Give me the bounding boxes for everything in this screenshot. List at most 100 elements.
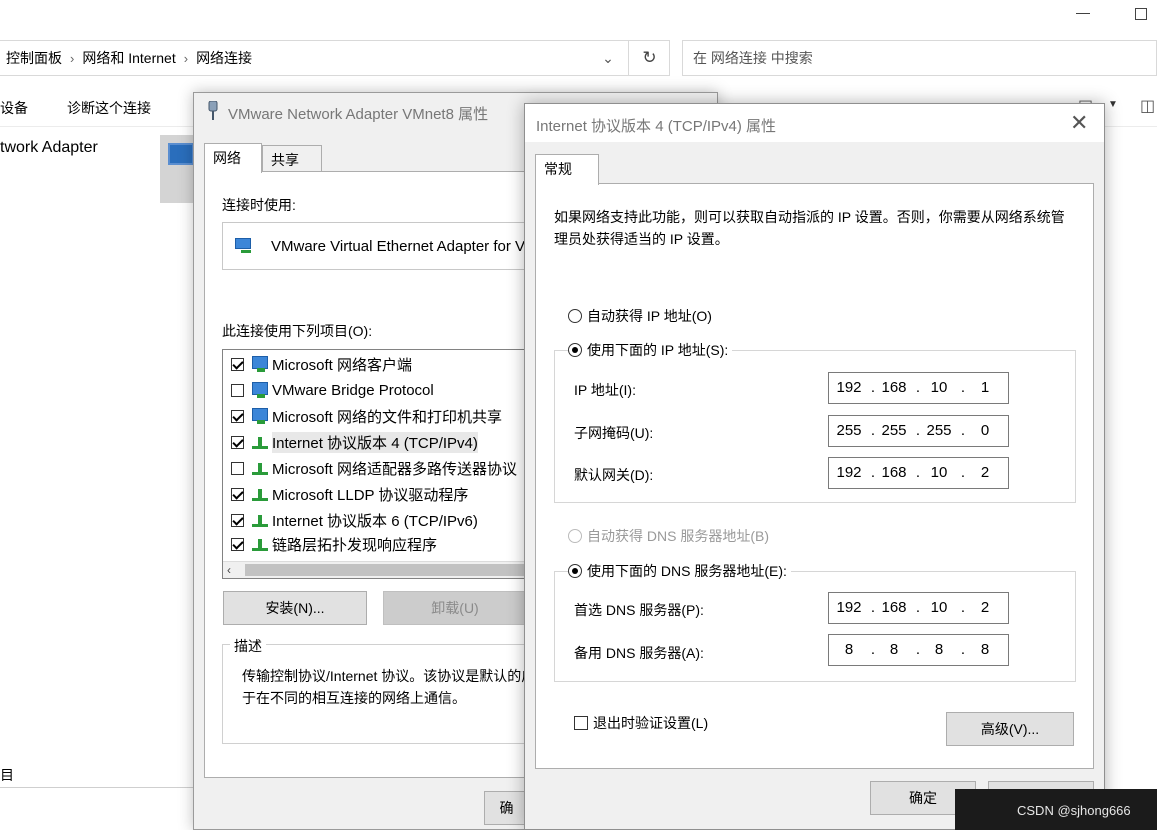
checkbox[interactable] xyxy=(231,409,244,423)
address-bar[interactable]: 控制面板 › 网络和 Internet › 网络连接 xyxy=(0,40,670,76)
network-client-icon xyxy=(250,381,270,399)
dialog-title: Internet 协议版本 4 (TCP/IPv4) 属性 xyxy=(536,118,777,135)
subnet-mask-label: 子网掩码(U): xyxy=(574,425,654,441)
checkbox[interactable] xyxy=(231,537,244,551)
caret-down-icon[interactable]: ▼ xyxy=(1108,99,1118,110)
chevron-down-icon[interactable]: ⌄ xyxy=(590,40,626,76)
network-client-icon xyxy=(250,355,270,373)
octet-separator: . xyxy=(960,641,966,658)
ipv4-properties-dialog: Internet 协议版本 4 (TCP/IPv4) 属性 ✕ 常规 如果网络支… xyxy=(524,103,1105,830)
advanced-button[interactable]: 高级(V)... xyxy=(946,712,1074,746)
list-item[interactable]: Microsoft 网络客户端 xyxy=(231,352,412,376)
intro-text: 如果网络支持此功能，则可以获取自动指派的 IP 设置。否则，你需要从网络系统管理… xyxy=(554,209,1065,247)
refresh-icon[interactable]: ↻ xyxy=(628,40,670,76)
protocol-icon xyxy=(250,511,270,529)
checkbox[interactable] xyxy=(231,383,244,397)
adapter-name: VMware Virtual Ethernet Adapter for VMne… xyxy=(271,237,567,255)
network-client-icon xyxy=(250,407,270,425)
watermark-text: CSDN @sjhong666 xyxy=(1017,803,1131,818)
devices-command[interactable]: 设备 xyxy=(0,98,28,118)
chevron-right-icon: › xyxy=(183,50,189,66)
item-label: Internet 协议版本 6 (TCP/IPv6) xyxy=(272,512,478,530)
preferred-dns-label: 首选 DNS 服务器(P): xyxy=(574,602,704,618)
list-item[interactable]: Microsoft 网络的文件和打印机共享 xyxy=(231,404,502,428)
preferred-dns-field[interactable]: 192 . 168 . 10 . 2 xyxy=(828,592,1009,624)
radio-button[interactable] xyxy=(568,529,582,543)
auto-dns-radio[interactable]: 自动获得 DNS 服务器地址(B) xyxy=(568,526,773,546)
ip-octet: 2 xyxy=(980,464,990,481)
list-item[interactable]: Internet 协议版本 6 (TCP/IPv6) xyxy=(231,508,478,532)
list-item[interactable]: 链路层拓扑发现响应程序 xyxy=(231,532,437,556)
ip-octet: 168 xyxy=(881,599,907,616)
network-adapter-icon xyxy=(235,238,255,254)
ip-address-field[interactable]: 192 . 168 . 10 . 1 xyxy=(828,372,1009,404)
breadcrumb-network-internet[interactable]: 网络和 Internet xyxy=(82,48,175,68)
ip-octet: 255 xyxy=(881,422,907,439)
dialog-title: VMware Network Adapter VMnet8 属性 xyxy=(228,106,489,123)
ip-octet: 255 xyxy=(926,422,952,439)
subnet-mask-field[interactable]: 255 . 255 . 255 . 0 xyxy=(828,415,1009,447)
uninstall-label: 卸载(U) xyxy=(431,600,479,616)
advanced-label: 高级(V)... xyxy=(980,721,1040,737)
watermark: CSDN @sjhong666 xyxy=(955,789,1157,830)
maximize-icon[interactable] xyxy=(1135,8,1147,20)
ip-octet: 10 xyxy=(930,599,948,616)
network-adapter-icon[interactable] xyxy=(160,135,194,203)
checkbox[interactable] xyxy=(231,487,244,501)
adapter-name[interactable]: twork Adapter xyxy=(0,139,98,157)
octet-separator: . xyxy=(960,422,966,439)
tab-label: 网络 xyxy=(213,150,241,166)
validate-on-exit-checkbox[interactable]: 退出时验证设置(L) xyxy=(574,713,713,733)
tab-label: 常规 xyxy=(544,161,572,177)
manual-dns-label: 使用下面的 DNS 服务器地址(E): xyxy=(587,563,787,579)
tab-network[interactable]: 网络 xyxy=(204,143,262,173)
tab-sharing[interactable]: 共享 xyxy=(262,145,322,173)
breadcrumb-control-panel[interactable]: 控制面板 xyxy=(6,48,62,68)
item-label: Microsoft 网络客户端 xyxy=(272,356,413,374)
diagnose-connection-button[interactable]: 诊断这个连接 xyxy=(67,98,151,118)
ip-octet: 2 xyxy=(980,599,990,616)
checkbox[interactable] xyxy=(231,435,244,449)
breadcrumb-network-connections[interactable]: 网络连接 xyxy=(196,48,252,68)
octet-separator: . xyxy=(960,464,966,481)
minimize-icon[interactable]: — xyxy=(1076,4,1090,20)
radio-button[interactable] xyxy=(568,343,582,357)
protocol-icon xyxy=(250,433,270,451)
close-icon[interactable]: ✕ xyxy=(1070,110,1088,136)
radio-button[interactable] xyxy=(568,309,582,323)
item-label: 链路层拓扑发现响应程序 xyxy=(272,536,438,554)
list-item[interactable]: Internet 协议版本 4 (TCP/IPv4) xyxy=(231,430,478,454)
preview-pane-icon[interactable]: ◫ xyxy=(1140,96,1155,116)
checkbox[interactable] xyxy=(231,357,244,371)
list-item[interactable]: Microsoft 网络适配器多路传送器协议 xyxy=(231,456,517,480)
radio-button[interactable] xyxy=(568,564,582,578)
ok-button[interactable]: 确 xyxy=(484,791,529,825)
uninstall-button[interactable]: 卸载(U) xyxy=(383,591,527,625)
connect-using-label: 连接时使用: xyxy=(222,197,296,213)
manual-ip-radio[interactable]: 使用下面的 IP 地址(S): xyxy=(568,340,733,360)
checkbox[interactable] xyxy=(574,716,588,730)
tab-general[interactable]: 常规 xyxy=(535,154,599,185)
ip-address-label: IP 地址(I): xyxy=(574,382,636,398)
octet-separator: . xyxy=(960,599,966,616)
protocol-icon xyxy=(250,535,270,553)
ip-octet: 8 xyxy=(980,641,990,658)
divider xyxy=(0,787,195,788)
ip-octet: 1 xyxy=(980,379,990,396)
item-label: Microsoft LLDP 协议驱动程序 xyxy=(272,486,469,504)
list-item[interactable]: VMware Bridge Protocol xyxy=(231,378,434,402)
list-item[interactable]: Microsoft LLDP 协议驱动程序 xyxy=(231,482,468,506)
ip-octet: 255 xyxy=(836,422,862,439)
install-button[interactable]: 安装(N)... xyxy=(223,591,367,625)
checkbox[interactable] xyxy=(231,461,244,475)
search-placeholder: 在 网络连接 中搜索 xyxy=(693,50,813,66)
manual-dns-radio[interactable]: 使用下面的 DNS 服务器地址(E): xyxy=(568,561,791,581)
protocol-icon xyxy=(250,485,270,503)
scroll-left-icon[interactable]: ‹ xyxy=(227,563,231,577)
alternate-dns-label: 备用 DNS 服务器(A): xyxy=(574,645,704,661)
auto-ip-radio[interactable]: 自动获得 IP 地址(O) xyxy=(568,306,716,326)
gateway-field[interactable]: 192 . 168 . 10 . 2 xyxy=(828,457,1009,489)
alternate-dns-field[interactable]: 8 . 8 . 8 . 8 xyxy=(828,634,1009,666)
search-input[interactable]: 在 网络连接 中搜索 xyxy=(682,40,1157,76)
checkbox[interactable] xyxy=(231,513,244,527)
